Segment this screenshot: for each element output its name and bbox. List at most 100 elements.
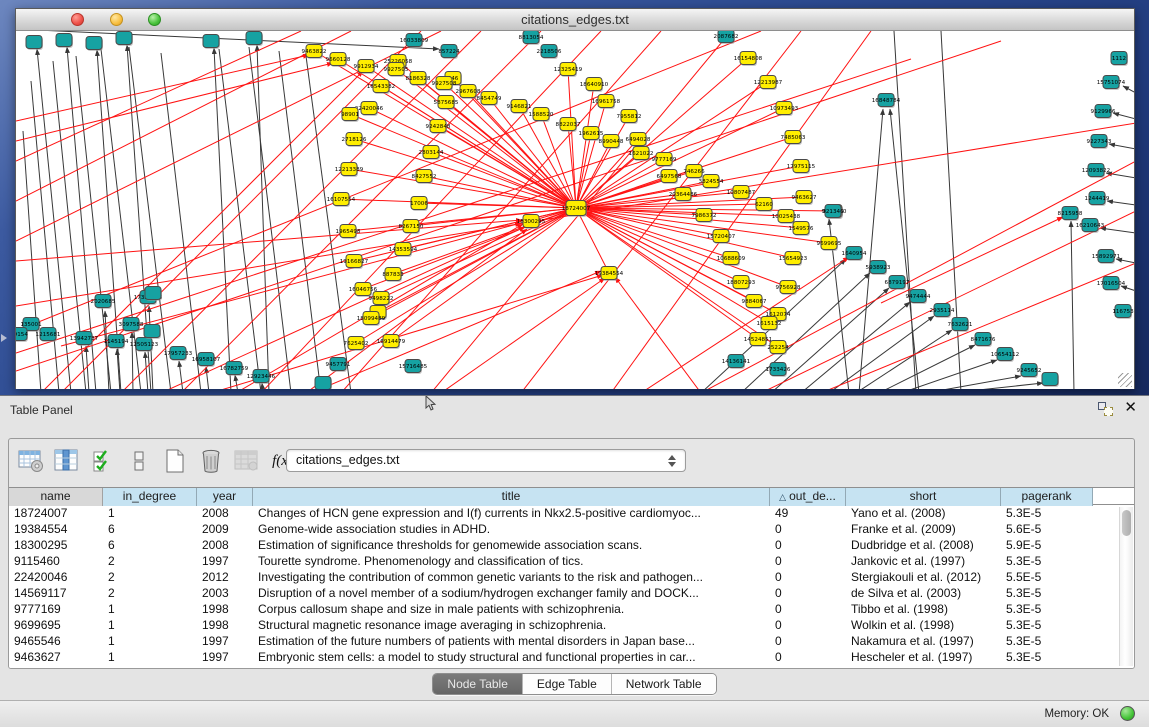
graph-node[interactable]: 22420046 (355, 102, 384, 117)
graph-node[interactable]: 16782759 (220, 362, 249, 377)
graph-node[interactable]: 16210643 (1076, 219, 1105, 234)
graph-node[interactable]: 6494028 (626, 133, 651, 148)
graph-node[interactable]: 1244419 (1085, 192, 1110, 207)
table-row[interactable]: 977716911998Corpus callosum shape and si… (9, 602, 1118, 618)
citation-edge-black[interactable] (1100, 228, 1134, 233)
graph-node[interactable]: 2087682 (714, 31, 739, 44)
graph-node[interactable]: 7485063 (781, 131, 806, 146)
graph-node[interactable]: 15892971 (1092, 250, 1121, 265)
graph-node[interactable] (1042, 373, 1059, 388)
graph-node[interactable]: 2935114 (930, 304, 955, 319)
graph-node[interactable] (315, 377, 332, 390)
graph-node[interactable]: 12213987 (754, 76, 783, 91)
citation-edge-from-hub[interactable] (349, 169, 576, 208)
new-table-icon[interactable] (161, 448, 188, 475)
graph-node[interactable]: 98901 (341, 108, 359, 123)
citation-edge-black[interactable] (771, 288, 889, 389)
citation-edge-black[interactable] (1123, 86, 1134, 93)
table-body[interactable]: 1872400712008Changes of HCN gene express… (9, 506, 1118, 668)
table-row[interactable]: 1872400712008Changes of HCN gene express… (9, 506, 1118, 522)
graph-node[interactable] (116, 32, 133, 47)
citation-network-graph[interactable]: 9463822966012899129342522605899275051654… (16, 31, 1134, 389)
graph-node[interactable]: 9463822 (302, 45, 327, 60)
graph-node[interactable]: 2218506 (537, 45, 562, 60)
graph-node[interactable]: 7955812 (617, 110, 642, 125)
graph-node[interactable]: 8813054 (519, 31, 544, 45)
column-header-year[interactable]: year (197, 488, 253, 506)
graph-node[interactable]: 16848784 (872, 94, 901, 109)
table-scrollbar[interactable] (1119, 507, 1133, 666)
insert-column-icon[interactable] (53, 448, 80, 475)
graph-node[interactable]: 12505123 (130, 338, 159, 353)
column-header-out_de[interactable]: △out_de... (770, 488, 846, 506)
citation-edge-black[interactable] (145, 352, 148, 389)
table-row[interactable]: 946362711997Embryonic stem cells: a mode… (9, 650, 1118, 666)
graph-node[interactable]: 12213389 (335, 163, 364, 178)
column-header-pagerank[interactable]: pagerank (1001, 488, 1093, 506)
column-header-short[interactable]: short (846, 488, 1001, 506)
graph-node[interactable]: 8267150 (399, 220, 424, 235)
graph-node[interactable] (26, 36, 43, 51)
graph-node[interactable]: 17016504 (1097, 277, 1126, 292)
graph-node[interactable]: 16033809 (400, 34, 429, 49)
graph-node[interactable] (246, 32, 263, 47)
close-panel-icon[interactable]: ✕ (1124, 398, 1137, 418)
table-row[interactable]: 911546021997Tourette syndrome. Phenomeno… (9, 554, 1118, 570)
citation-edge-red[interactable] (701, 161, 1134, 389)
select-rows-icon[interactable] (89, 448, 116, 475)
tab-node-table[interactable]: Node Table (433, 674, 523, 694)
graph-node[interactable]: 116753 (1112, 305, 1134, 320)
table-selector-dropdown[interactable]: citations_edges.txt (286, 449, 686, 472)
graph-node[interactable]: 9777169 (652, 153, 677, 168)
graph-node[interactable]: 17975115 (787, 160, 816, 175)
table-row[interactable]: 969969511998Structural magnetic resonanc… (9, 618, 1118, 634)
column-header-in_degree[interactable]: in_degree (103, 488, 197, 506)
graph-node[interactable]: 252254 (767, 341, 789, 356)
graph-node[interactable]: 1112 (1111, 52, 1128, 67)
citation-edge-black[interactable] (1071, 221, 1074, 389)
graph-node[interactable]: 10688609 (717, 252, 746, 267)
window-titlebar[interactable]: citations_edges.txt (16, 9, 1134, 31)
table-row[interactable]: 1456911722003Disruption of a novel membe… (9, 586, 1118, 602)
table-scrollbar-thumb[interactable] (1122, 510, 1131, 536)
citation-edge-black[interactable] (1113, 113, 1134, 119)
graph-node[interactable]: 12093822 (1082, 164, 1110, 179)
citation-edge-red[interactable] (441, 278, 605, 389)
graph-node[interactable]: 8186328 (406, 72, 431, 87)
graph-node[interactable]: 9457791 (326, 358, 351, 373)
graph-node[interactable]: 6879197 (885, 276, 910, 291)
graph-node[interactable]: 8822037 (556, 118, 581, 133)
network-view-window[interactable]: citations_edges.txt 94638229660128991293… (15, 8, 1135, 389)
graph-node[interactable]: 14136141 (722, 355, 751, 370)
graph-node[interactable]: 9699695 (817, 237, 842, 252)
table-row[interactable]: 2242004622012Investigating the contribut… (9, 570, 1118, 586)
graph-node[interactable]: 8215958 (1058, 207, 1083, 222)
table-row[interactable]: 946554611997Estimation of the future num… (9, 634, 1118, 650)
citation-edge-black[interactable] (859, 109, 883, 389)
graph-node[interactable]: 9463627 (792, 191, 817, 206)
graph-node[interactable]: 19384554 (595, 267, 624, 282)
graph-node[interactable]: 746266 (683, 165, 705, 180)
graph-node[interactable]: 2803144 (419, 146, 444, 161)
table-settings-icon[interactable] (17, 448, 44, 475)
graph-node[interactable]: 18640910 (580, 78, 609, 93)
graph-node[interactable]: 1588520 (529, 108, 554, 123)
graph-node[interactable]: 7986372 (692, 209, 717, 224)
network-canvas[interactable]: 9463822966012899129342522605899275051654… (16, 31, 1134, 389)
float-panel-icon[interactable] (1098, 402, 1113, 416)
graph-node[interactable]: 16154808 (734, 52, 763, 67)
citation-edge-black[interactable] (16, 31, 439, 49)
table-row[interactable]: 1830029562008Estimation of significance … (9, 538, 1118, 554)
citation-edge-black[interactable] (1109, 144, 1134, 149)
citation-edge-red[interactable] (16, 31, 301, 161)
citation-edge-black[interactable] (257, 45, 269, 389)
graph-node[interactable]: 857224 (438, 45, 460, 60)
graph-node[interactable]: 15751074 (1097, 76, 1126, 91)
panel-collapse-arrow-icon[interactable] (1, 334, 7, 342)
graph-node[interactable]: 15654923 (779, 252, 808, 267)
graph-node[interactable]: 62160 (755, 198, 773, 213)
citation-edge-black[interactable] (235, 375, 238, 389)
graph-node[interactable]: 1733426 (766, 363, 791, 378)
graph-node[interactable] (203, 35, 220, 50)
graph-node[interactable] (144, 325, 161, 340)
